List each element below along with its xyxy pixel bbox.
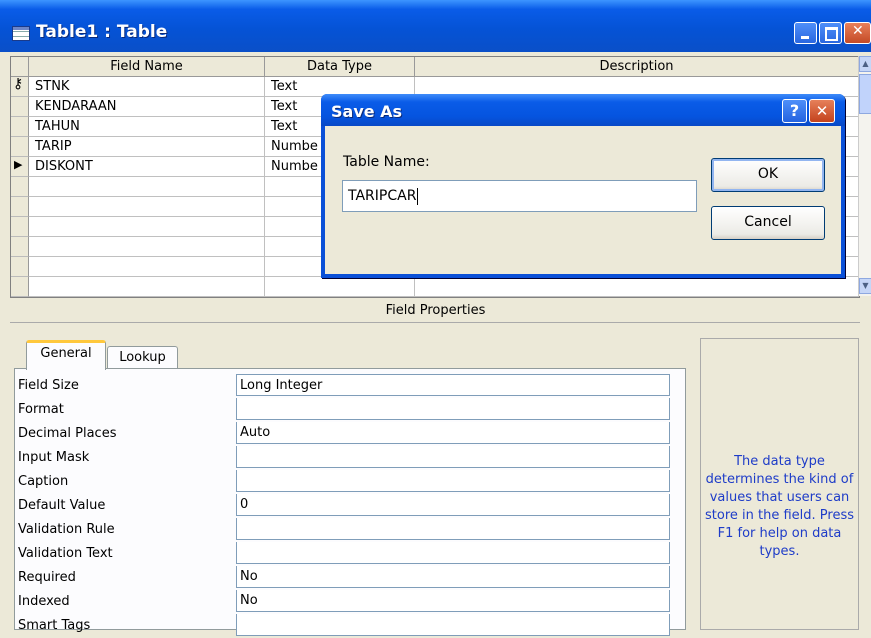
text-caret xyxy=(417,187,419,205)
tab-general[interactable]: General xyxy=(26,340,106,370)
grid-cell-field-name[interactable] xyxy=(29,217,265,237)
row-selector[interactable] xyxy=(11,237,29,257)
property-row: Format xyxy=(18,398,686,422)
grid-cell-field-name[interactable]: TARIP xyxy=(29,137,265,157)
table-design-window: Table1 : Table Field Name Data Type Desc… xyxy=(0,0,871,636)
column-header-field-name[interactable]: Field Name xyxy=(29,57,265,77)
grid-cell-field-name[interactable] xyxy=(29,237,265,257)
property-row: Indexed No xyxy=(18,590,686,614)
ok-button[interactable]: OK xyxy=(711,158,825,192)
maximize-button[interactable] xyxy=(819,22,842,44)
row-selector[interactable]: ▶ xyxy=(11,157,29,177)
grid-cell-field-name[interactable]: DISKONT xyxy=(29,157,265,177)
dialog-titlebar[interactable]: Save As ? ✕ xyxy=(321,94,845,126)
grid-cell-data-type[interactable] xyxy=(265,277,415,297)
property-row: Field Size Long Integer xyxy=(18,374,686,398)
grid-cell-description[interactable] xyxy=(415,277,859,297)
dialog-title: Save As xyxy=(331,102,403,121)
help-text: The data type determines the kind of val… xyxy=(705,454,854,559)
property-label: Field Size xyxy=(18,378,79,393)
grid-cell-field-name[interactable] xyxy=(29,197,265,217)
window-titlebar[interactable]: Table1 : Table xyxy=(0,0,871,52)
row-selector[interactable] xyxy=(11,257,29,277)
field-properties-label: Field Properties xyxy=(385,303,486,318)
row-selector[interactable] xyxy=(11,137,29,157)
property-value-field[interactable]: 0 xyxy=(236,494,670,516)
divider xyxy=(10,322,860,323)
property-row: Smart Tags xyxy=(18,614,686,638)
property-label: Validation Text xyxy=(18,546,113,561)
grid-cell-field-name[interactable] xyxy=(29,257,265,277)
row-selector[interactable] xyxy=(11,197,29,217)
help-panel: The data type determines the kind of val… xyxy=(700,338,859,630)
grid-cell-field-name[interactable] xyxy=(29,277,265,297)
property-value-field[interactable]: No xyxy=(236,590,670,612)
row-selector[interactable] xyxy=(11,217,29,237)
tab-lookup[interactable]: Lookup xyxy=(107,346,178,370)
property-value-field[interactable]: Long Integer xyxy=(236,374,670,396)
row-selector-header xyxy=(11,57,29,77)
property-label: Required xyxy=(18,570,76,585)
close-button[interactable] xyxy=(844,22,871,44)
table-name-value: TARIPCAR xyxy=(348,188,417,204)
table-name-label: Table Name: xyxy=(343,154,430,170)
minimize-button[interactable] xyxy=(794,22,817,44)
cancel-button[interactable]: Cancel xyxy=(711,206,825,240)
property-row: Validation Rule xyxy=(18,518,686,542)
help-icon[interactable]: ? xyxy=(782,99,807,123)
grid-cell-field-name[interactable]: STNK xyxy=(29,77,265,97)
grid-cell-field-name[interactable]: TAHUN xyxy=(29,117,265,137)
window-title: Table1 : Table xyxy=(36,22,168,42)
row-selector[interactable] xyxy=(11,277,29,297)
save-as-dialog: Save As ? ✕ Table Name: TARIPCAR OK Canc… xyxy=(321,94,845,278)
property-label: Decimal Places xyxy=(18,426,117,441)
property-label: Caption xyxy=(18,474,69,489)
property-label: Indexed xyxy=(18,594,70,609)
property-row: Caption xyxy=(18,470,686,494)
row-selector[interactable] xyxy=(11,177,29,197)
row-selector[interactable] xyxy=(11,97,29,117)
property-value-field[interactable] xyxy=(236,614,670,636)
property-row: Decimal Places Auto xyxy=(18,422,686,446)
dialog-body: Table Name: TARIPCAR OK Cancel xyxy=(325,126,841,274)
property-value-field[interactable]: Auto xyxy=(236,422,670,444)
table-icon xyxy=(12,26,30,41)
scroll-up-arrow-icon[interactable]: ▲ xyxy=(859,56,871,72)
property-value-field[interactable] xyxy=(236,446,670,468)
dialog-close-icon[interactable]: ✕ xyxy=(809,99,835,123)
row-selector[interactable]: ⚷ xyxy=(11,76,29,97)
property-label: Default Value xyxy=(18,498,106,513)
property-row: Default Value 0 xyxy=(18,494,686,518)
property-label: Validation Rule xyxy=(18,522,115,537)
property-value-field[interactable] xyxy=(236,518,670,540)
property-value-field[interactable] xyxy=(236,542,670,564)
property-value-field[interactable] xyxy=(236,398,670,420)
property-row: Validation Text xyxy=(18,542,686,566)
property-label: Input Mask xyxy=(18,450,90,465)
scroll-thumb[interactable] xyxy=(859,74,871,114)
grid-vertical-scrollbar[interactable]: ▲ ▼ xyxy=(858,56,871,296)
property-label: Format xyxy=(18,402,64,417)
row-selector[interactable] xyxy=(11,117,29,137)
grid-cell-field-name[interactable]: KENDARAAN xyxy=(29,97,265,117)
current-row-arrow-icon: ▶ xyxy=(14,158,23,171)
property-row: Input Mask xyxy=(18,446,686,470)
property-label: Smart Tags xyxy=(18,618,91,633)
column-header-description[interactable]: Description xyxy=(415,57,859,77)
property-value-field[interactable] xyxy=(236,470,670,492)
primary-key-icon: ⚷ xyxy=(13,76,24,92)
scroll-down-arrow-icon[interactable]: ▼ xyxy=(859,278,871,294)
grid-cell-field-name[interactable] xyxy=(29,177,265,197)
column-header-data-type[interactable]: Data Type xyxy=(265,57,415,77)
table-name-input[interactable]: TARIPCAR xyxy=(342,180,697,212)
property-row: Required No xyxy=(18,566,686,590)
property-value-field[interactable]: No xyxy=(236,566,670,588)
